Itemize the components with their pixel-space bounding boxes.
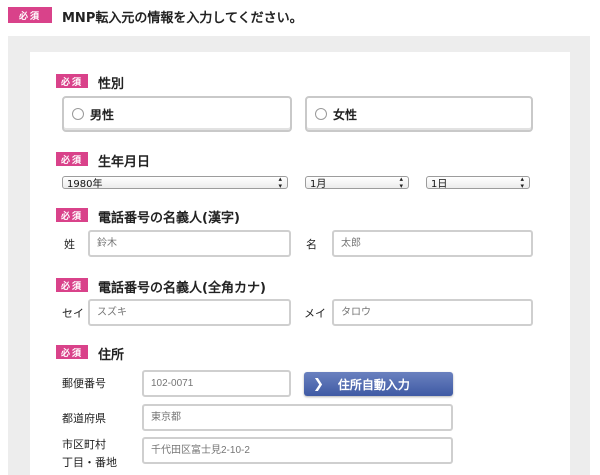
required-badge: 必須 [56, 74, 88, 88]
radio-circle-icon[interactable] [315, 108, 327, 120]
radio-option-male[interactable]: 男性 [62, 96, 292, 132]
birth-day-value: 1日 [431, 179, 448, 190]
city-label-line2: 丁目・番地 [62, 456, 117, 469]
birth-month-select[interactable]: 1月 ▴ ▾ [305, 174, 409, 190]
postal-code-input[interactable] [142, 370, 291, 397]
chevron-right-icon: ❯ [313, 376, 324, 392]
last-name-kanji-input[interactable] [88, 230, 291, 257]
first-name-kana-input[interactable] [332, 299, 533, 326]
first-name-kanji-input[interactable] [332, 230, 533, 257]
auto-address-button[interactable]: ❯ 住所自動入力 [304, 372, 453, 396]
section-title-gender: 性別 [98, 77, 125, 92]
birth-month-value: 1月 [310, 179, 327, 190]
required-badge: 必須 [56, 345, 88, 359]
updown-arrow-icon: ▴ ▾ [278, 174, 282, 190]
prefecture-label: 都道府県 [62, 412, 106, 425]
updown-arrow-icon: ▴ ▾ [520, 174, 524, 190]
prefecture-input[interactable] [142, 404, 453, 431]
last-name-kana-label: セイ [62, 307, 84, 320]
birth-year-select[interactable]: 1980年 ▴ ▾ [62, 174, 288, 190]
city-label-line1: 市区町村 [62, 438, 106, 451]
birth-year-value: 1980年 [67, 179, 103, 190]
section-title-name-kanji: 電話番号の名義人(漢字) [98, 211, 240, 226]
required-badge: 必須 [56, 152, 88, 166]
birth-day-select[interactable]: 1日 ▴ ▾ [426, 174, 530, 190]
page-title: MNP転入元の情報を入力してください。 [62, 11, 303, 26]
auto-address-button-label: 住所自動入力 [337, 377, 410, 392]
section-title-name-kana: 電話番号の名義人(全角カナ) [98, 281, 266, 296]
first-name-kana-label: メイ [304, 307, 326, 320]
required-badge: 必須 [56, 208, 88, 222]
required-badge: 必須 [8, 7, 52, 23]
postal-code-label: 郵便番号 [62, 377, 106, 390]
first-name-label: 名 [306, 238, 317, 251]
radio-option-female[interactable]: 女性 [305, 96, 533, 132]
updown-arrow-icon: ▴ ▾ [399, 174, 403, 190]
radio-circle-icon[interactable] [72, 108, 84, 120]
city-address-input[interactable] [142, 437, 453, 464]
radio-label-female: 女性 [333, 107, 358, 122]
required-badge: 必須 [56, 278, 88, 292]
radio-label-male: 男性 [90, 107, 115, 122]
section-title-birthdate: 生年月日 [98, 155, 151, 170]
last-name-label: 姓 [64, 238, 75, 251]
last-name-kana-input[interactable] [88, 299, 291, 326]
section-title-address: 住所 [98, 348, 125, 363]
